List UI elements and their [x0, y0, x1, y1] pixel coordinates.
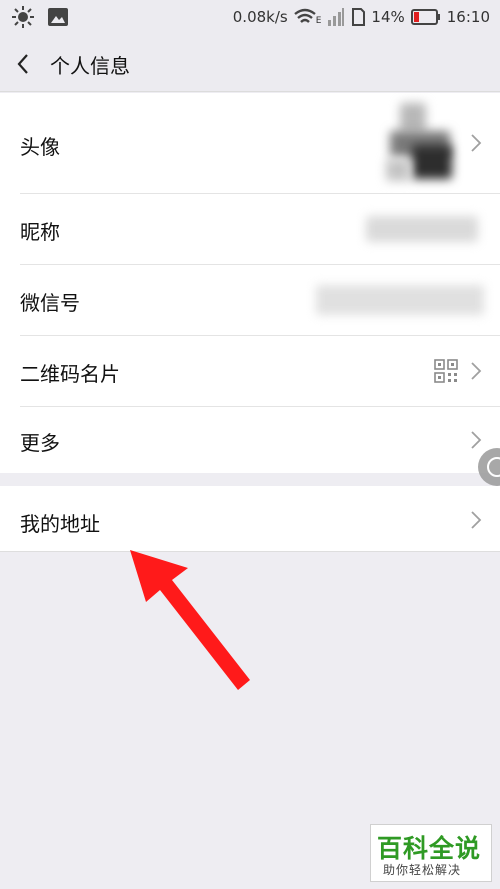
avatar-label: 头像 [20, 135, 60, 159]
signal-icon [328, 8, 345, 26]
brightness-icon [12, 6, 34, 28]
status-bar-right: 0.08k/s E 14% 16:10 [233, 8, 490, 26]
nickname-label: 昵称 [20, 220, 60, 244]
floating-assist-button[interactable] [478, 448, 500, 486]
watermark-title: 百科全说 [377, 834, 482, 863]
watermark-subtitle: 助你轻松解决 [383, 863, 462, 877]
assist-icon [487, 457, 500, 477]
nickname-row[interactable]: 昵称 [0, 194, 500, 264]
my-address-label: 我的地址 [20, 512, 100, 536]
chevron-left-icon [17, 54, 28, 74]
more-row[interactable]: 更多 [0, 407, 500, 473]
gallery-icon [48, 8, 68, 26]
avatar-row[interactable]: 头像 [0, 93, 500, 193]
network-speed: 0.08k/s [232, 8, 288, 26]
profile-group: 头像 昵称 微信号 二维码名片 更多 [0, 93, 500, 473]
chevron-right-icon [471, 134, 482, 152]
wechat-id-label: 微信号 [20, 291, 80, 315]
wechat-id-value-blurred [316, 285, 484, 315]
qr-code-row[interactable]: 二维码名片 [0, 336, 500, 406]
annotation-arrow [130, 550, 250, 690]
wechat-id-row[interactable]: 微信号 [0, 265, 500, 335]
battery-icon [410, 9, 440, 25]
more-label: 更多 [20, 431, 60, 455]
clock: 16:10 [446, 8, 490, 26]
status-bar: 0.08k/s E 14% 16:10 [0, 0, 500, 36]
nickname-value-blurred [366, 216, 478, 242]
wifi-icon [293, 8, 316, 23]
qr-code-icon [434, 359, 458, 383]
nav-bar: 个人信息 [0, 36, 500, 92]
sim-icon [352, 8, 366, 26]
watermark-logo: 百科全说 助你轻松解决 [370, 824, 492, 882]
back-button[interactable] [10, 50, 38, 78]
qr-code-label: 二维码名片 [20, 362, 120, 386]
status-bar-left [12, 6, 68, 28]
avatar [382, 101, 466, 187]
page-title: 个人信息 [50, 54, 130, 78]
chevron-right-icon [471, 362, 482, 380]
battery-percent: 14% [371, 8, 405, 26]
chevron-right-icon [471, 431, 482, 449]
chevron-right-icon [471, 511, 482, 529]
network-type: E [315, 16, 322, 26]
